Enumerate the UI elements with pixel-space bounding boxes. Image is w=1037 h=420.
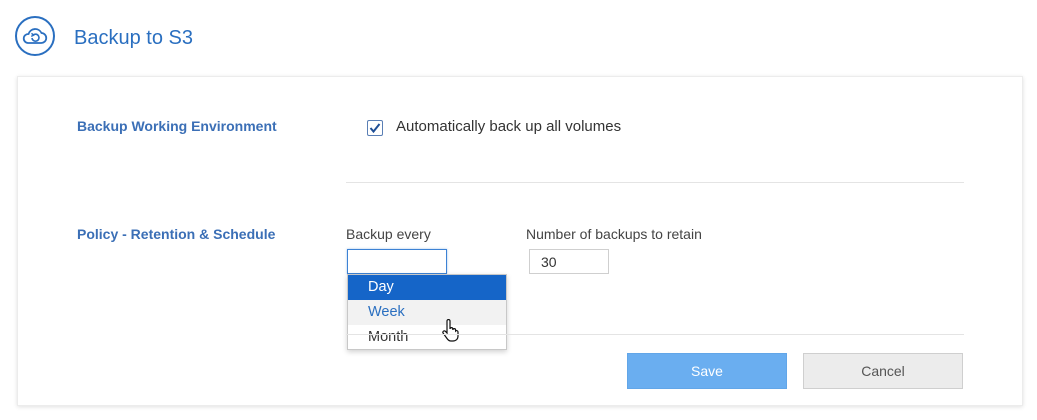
- footer-divider: [346, 334, 964, 335]
- working-environment-label: Backup Working Environment: [77, 118, 277, 134]
- option-day[interactable]: Day: [348, 275, 506, 300]
- backup-every-dropdown: Day Week Month: [347, 274, 507, 350]
- policy-label: Policy - Retention & Schedule: [77, 226, 276, 242]
- cancel-button[interactable]: Cancel: [803, 353, 963, 389]
- auto-backup-label[interactable]: Automatically back up all volumes: [396, 118, 621, 135]
- backup-settings-card: Backup Working Environment Automatically…: [17, 76, 1023, 406]
- retain-count-label: Number of backups to retain: [526, 226, 702, 242]
- option-week[interactable]: Week: [348, 300, 506, 325]
- checkmark-icon: [369, 123, 381, 134]
- option-month[interactable]: Month: [348, 325, 506, 350]
- page-title: Backup to S3: [74, 27, 193, 49]
- auto-backup-checkbox[interactable]: [367, 120, 383, 136]
- hand-cursor-icon: [442, 319, 459, 342]
- section-divider: [346, 182, 964, 183]
- backup-every-select[interactable]: [347, 249, 447, 274]
- retain-count-input[interactable]: [529, 249, 609, 274]
- save-button[interactable]: Save: [627, 353, 787, 389]
- backup-every-label: Backup every: [346, 226, 431, 242]
- cloud-backup-icon: [15, 16, 55, 56]
- page-header: Backup to S3: [0, 0, 1037, 76]
